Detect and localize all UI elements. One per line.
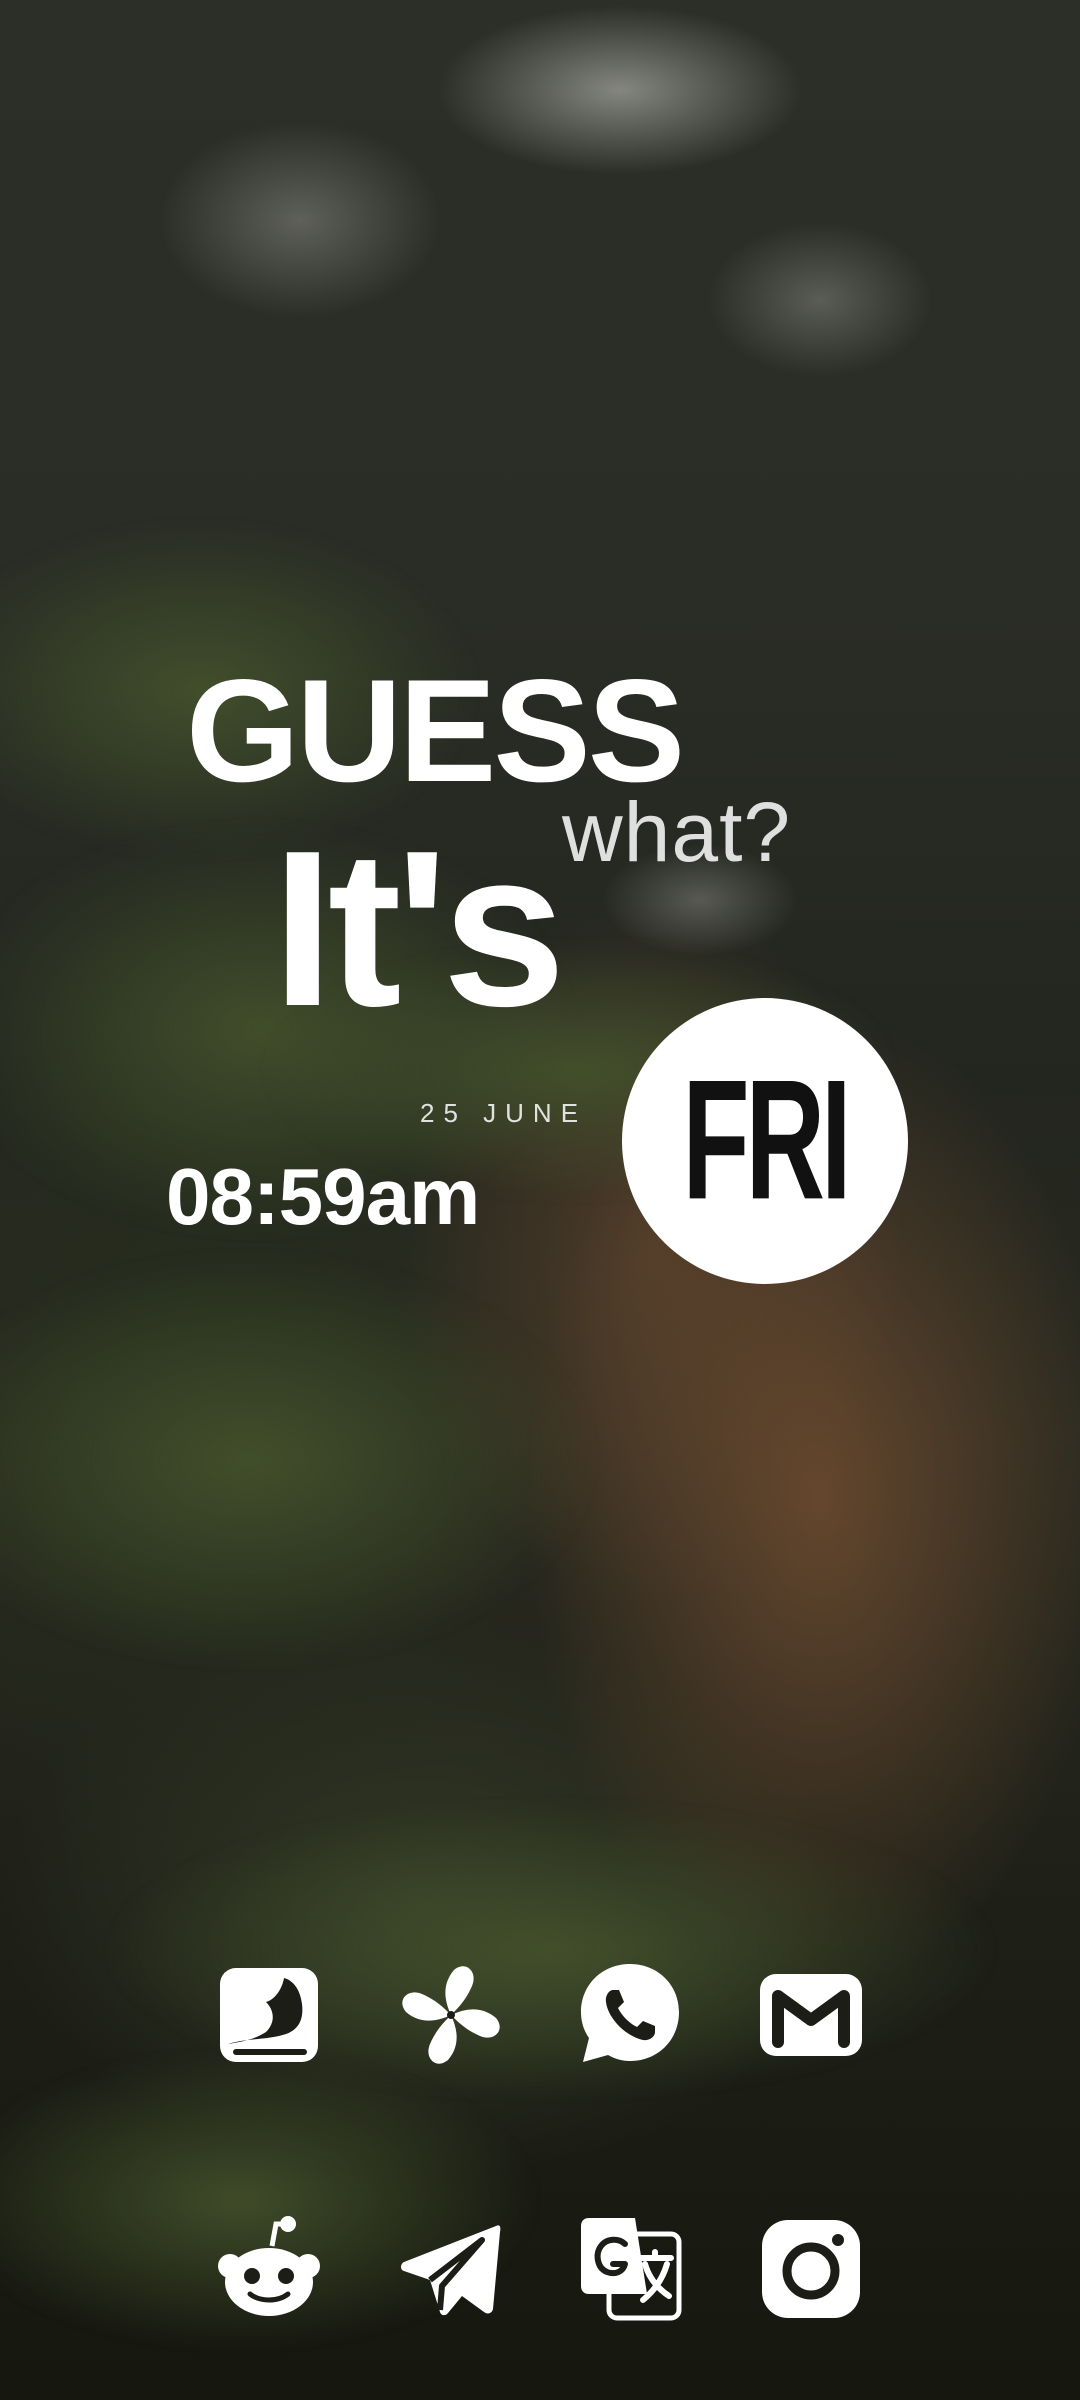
pinwheel-app-icon[interactable]	[396, 1960, 506, 2070]
widget-subline: what?	[562, 785, 792, 879]
reddit-icon[interactable]	[214, 2214, 324, 2324]
google-translate-icon[interactable]	[575, 2214, 685, 2324]
day-label: FRI	[682, 1044, 851, 1236]
photo-app-icon[interactable]	[214, 1960, 324, 2070]
wallpaper	[0, 0, 1080, 2400]
gmail-icon[interactable]	[756, 1960, 866, 2070]
instagram-icon[interactable]	[756, 2214, 866, 2324]
home-screen: GUESS what? It's 25 JUNE 08:59am FRI	[0, 0, 1080, 2400]
telegram-icon[interactable]	[396, 2214, 506, 2324]
whatsapp-icon[interactable]	[575, 1960, 685, 2070]
widget-headline: GUESS	[186, 649, 685, 812]
widget-its: It's	[272, 805, 566, 1053]
day-badge: FRI	[622, 998, 908, 1284]
date-label: 25 JUNE	[420, 1098, 588, 1128]
time-label[interactable]: 08:59am	[166, 1157, 480, 1237]
